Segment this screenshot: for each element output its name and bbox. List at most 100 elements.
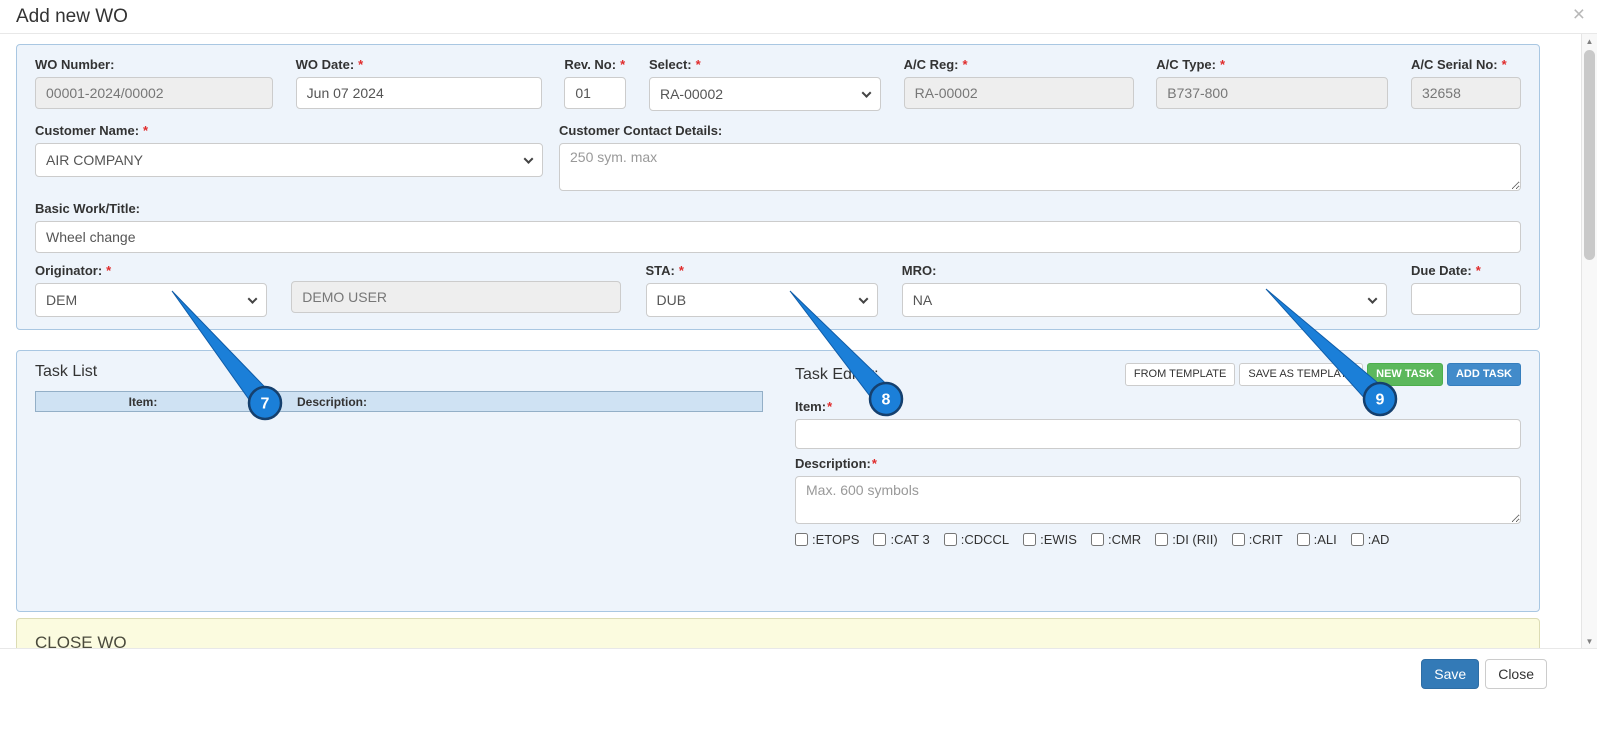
field-mro: MRO: NA (901, 263, 1387, 317)
task-flag-cdccl[interactable]: :CDCCL (943, 532, 1009, 547)
task-list-header: Item: Description: (35, 391, 763, 412)
required-asterisk: * (620, 57, 626, 72)
modal-header: Add new WO × (0, 0, 1597, 34)
task-description-textarea[interactable] (795, 476, 1521, 525)
field-ac-serial: A/C Serial No: * (1410, 57, 1521, 111)
required-asterisk: * (962, 57, 968, 72)
wo-date-input[interactable] (295, 77, 542, 109)
customer-name-select[interactable]: AIR COMPANY (35, 143, 543, 177)
sta-select[interactable]: DUB (645, 283, 878, 317)
modal-footer: Save Close (0, 648, 1597, 698)
task-list-title: Task List (35, 363, 98, 380)
basic-work-title-input[interactable] (35, 221, 1521, 253)
required-asterisk: * (1501, 57, 1507, 72)
close-button[interactable]: Close (1485, 658, 1547, 689)
close-wo-title: CLOSE WO (35, 633, 127, 648)
add-task-button[interactable]: ADD TASK (1446, 363, 1521, 387)
task-item-input[interactable] (795, 419, 1521, 450)
checkbox-cmr[interactable] (1090, 533, 1104, 547)
task-flag-crit[interactable]: :CRIT (1231, 532, 1283, 548)
originator-label: Originator: (35, 263, 103, 278)
ac-reg-label: A/C Reg: (903, 57, 959, 72)
ac-type-label: A/C Type: (1156, 57, 1216, 72)
save-button[interactable]: Save (1421, 658, 1480, 689)
basic-work-title-label: Basic Work/Title: (35, 201, 140, 216)
task-flag-label: :ALI (1313, 532, 1337, 548)
due-date-label: Due Date: (1411, 263, 1472, 278)
scrollbar[interactable]: ▲ ▼ (1581, 34, 1597, 648)
field-wo-date: WO Date: * (295, 57, 542, 111)
field-customer-name: Customer Name: * AIR COMPANY (35, 123, 543, 191)
task-list-col-description: Description: (297, 394, 368, 409)
field-ac-reg: A/C Reg: * (903, 57, 1134, 111)
add-new-wo-modal: Add new WO × WO Number: WO Date:* Rev. N… (0, 0, 1597, 735)
task-flag-label: :EWIS (1040, 532, 1077, 548)
mro-select[interactable]: NA (901, 283, 1387, 317)
sta-label: STA: (645, 263, 675, 278)
task-editor-section: Task Editor: FROM TEMPLATE SAVE AS TEMPL… (795, 363, 1521, 599)
field-originator: Originator: * DEM (35, 263, 267, 317)
customer-name-label: Customer Name: (35, 123, 140, 138)
field-ac-type: A/C Type: * (1156, 57, 1389, 111)
task-flag-cat3[interactable]: :CAT 3 (873, 532, 930, 548)
from-template-button[interactable]: FROM TEMPLATE (1124, 363, 1236, 387)
task-flag-di-rii[interactable]: :DI (RII) (1155, 532, 1218, 547)
field-originator-user (291, 263, 622, 317)
close-icon[interactable]: × (1573, 4, 1585, 25)
wo-number-label: WO Number: (35, 57, 115, 72)
scroll-up-icon[interactable]: ▲ (1582, 34, 1597, 48)
field-due-date: Due Date: * (1411, 263, 1521, 317)
task-flag-label: :DI (RII) (1172, 532, 1218, 548)
task-flags-row: :ETOPS :CAT 3 :CDCCL :EWIS :CMR :DI (RII… (795, 532, 1521, 547)
task-flag-label: :ETOPS (812, 532, 860, 548)
task-item-label: Item: (795, 399, 827, 415)
select-label: Select: (648, 57, 692, 72)
scroll-down-icon[interactable]: ▼ (1582, 634, 1597, 648)
aircraft-select[interactable]: RA-00002 (648, 77, 881, 111)
checkbox-ali[interactable] (1296, 533, 1310, 547)
originator-user-input (291, 281, 622, 313)
ac-serial-label: A/C Serial No: (1410, 57, 1498, 72)
task-editor-buttons: FROM TEMPLATE SAVE AS TEMPLATE NEW TASK … (1124, 363, 1521, 387)
task-flag-ewis[interactable]: :EWIS (1023, 532, 1077, 547)
required-asterisk: * (106, 263, 112, 278)
checkbox-etops[interactable] (795, 533, 808, 547)
checkbox-ad[interactable] (1350, 533, 1364, 547)
task-flag-ad[interactable]: :AD (1350, 532, 1390, 548)
task-flag-cmr[interactable]: :CMR (1090, 532, 1142, 548)
mro-label: MRO: (901, 263, 937, 278)
due-date-input[interactable] (1411, 283, 1521, 315)
task-flag-ali[interactable]: :ALI (1296, 532, 1337, 548)
task-flag-label: :CMR (1107, 532, 1142, 548)
save-as-template-button[interactable]: SAVE AS TEMPLATE (1239, 363, 1364, 387)
rev-no-label: Rev. No: (564, 57, 617, 72)
ac-reg-input (903, 77, 1134, 109)
task-flag-label: :CAT 3 (890, 532, 930, 548)
modal-body: WO Number: WO Date:* Rev. No:* Select:* … (0, 34, 1597, 648)
rev-no-input[interactable] (564, 77, 627, 109)
wo-date-label: WO Date: (295, 57, 355, 72)
task-list-section: Task List Item: Description: (35, 363, 763, 599)
checkbox-crit[interactable] (1231, 533, 1245, 547)
checkbox-cat3[interactable] (873, 533, 887, 547)
ac-serial-input (1410, 77, 1521, 109)
new-task-button[interactable]: NEW TASK (1367, 363, 1443, 387)
checkbox-di-rii[interactable] (1155, 533, 1169, 547)
required-asterisk: * (143, 123, 149, 138)
checkbox-ewis[interactable] (1023, 533, 1037, 547)
task-flag-label: :CRIT (1248, 532, 1283, 548)
checkbox-cdccl[interactable] (943, 533, 957, 547)
page-title: Add new WO (16, 6, 128, 27)
required-asterisk: * (358, 57, 364, 72)
field-wo-number: WO Number: (35, 57, 273, 111)
required-asterisk: * (871, 456, 877, 472)
wo-number-input (35, 77, 273, 109)
task-flag-etops[interactable]: :ETOPS (795, 532, 859, 547)
customer-contact-textarea[interactable] (559, 143, 1521, 191)
task-flag-label: :AD (1367, 532, 1390, 548)
field-basic-work-title: Basic Work/Title: (35, 201, 1521, 253)
originator-select[interactable]: DEM (35, 283, 267, 317)
scrollbar-thumb[interactable] (1584, 50, 1595, 260)
field-select-aircraft: Select: * RA-00002 (648, 57, 881, 111)
required-asterisk: * (695, 57, 701, 72)
